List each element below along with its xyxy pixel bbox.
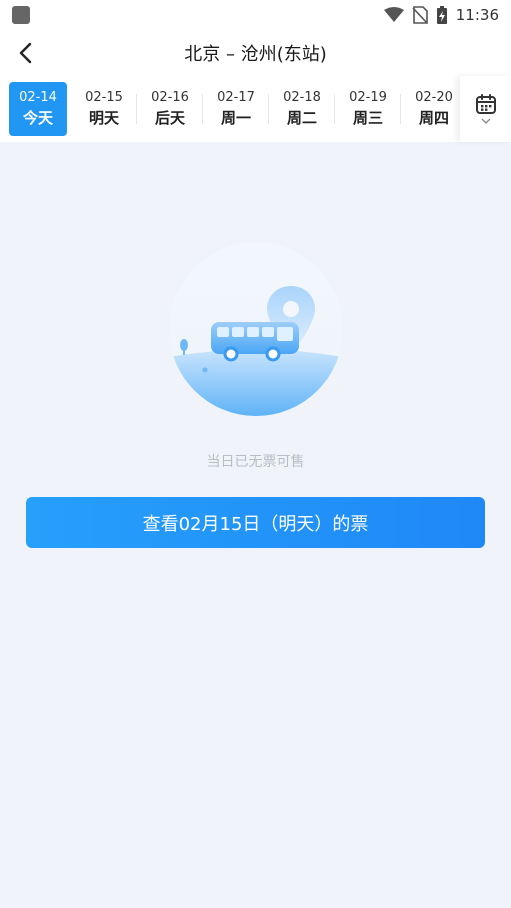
page-title: 北京 – 沧州(东站): [184, 44, 327, 65]
date-tab-date: 02-19: [349, 90, 387, 105]
empty-state-illustration: [169, 242, 343, 416]
date-tab-weekday: 今天: [22, 109, 53, 127]
date-tab-date: 02-16: [151, 90, 189, 105]
date-tabs: 02-14 今天 02-15 明天 02-16 后天 02-17 周一 02-18 周二 02-19…: [0, 76, 460, 142]
date-tab-divider: [334, 94, 335, 124]
status-bar: 11:36: [0, 0, 511, 30]
date-tab-divider: [202, 94, 203, 124]
chevron-down-icon: [481, 118, 490, 124]
date-tab-02-17[interactable]: 02-17 周一: [207, 82, 269, 136]
date-tab-weekday: 周四: [418, 109, 449, 127]
view-next-day-button[interactable]: 查看02月15日（明天）的票: [26, 497, 485, 548]
wifi-icon: [383, 7, 404, 22]
battery-charging-icon: [436, 6, 447, 24]
date-tab-weekday: 周二: [286, 109, 317, 127]
date-tab-02-16[interactable]: 02-16 后天: [141, 82, 203, 136]
date-tab-weekday: 明天: [88, 109, 119, 127]
date-tab-date: 02-15: [85, 90, 123, 105]
status-time: 11:36: [455, 6, 499, 24]
date-tab-02-15[interactable]: 02-15 明天: [75, 82, 137, 136]
date-tab-divider: [268, 94, 269, 124]
title-bar: 北京 – 沧州(东站): [0, 30, 511, 76]
date-tab-weekday: 周一: [220, 109, 251, 127]
date-tab-divider: [400, 94, 401, 124]
status-icons: 11:36: [383, 5, 499, 25]
date-tab-divider: [136, 94, 137, 124]
date-tab-date: 02-20: [415, 90, 453, 105]
date-tab-02-18[interactable]: 02-18 周二: [273, 82, 335, 136]
notification-icon: [12, 6, 30, 24]
date-selector: 02-14 今天 02-15 明天 02-16 后天 02-17 周一 02-18 周二 02-19…: [0, 76, 511, 142]
calendar-button[interactable]: [460, 76, 511, 142]
date-tab-date: 02-17: [217, 90, 255, 105]
date-tab-weekday: 后天: [154, 109, 185, 127]
date-tab-date: 02-18: [283, 90, 321, 105]
date-tab-weekday: 周三: [352, 109, 383, 127]
date-tab-date: 02-14: [19, 90, 57, 105]
date-tab-02-14[interactable]: 02-14 今天: [9, 82, 67, 136]
date-tab-02-20[interactable]: 02-20 周四: [405, 82, 460, 136]
calendar-icon: [475, 94, 496, 114]
date-tab-02-19[interactable]: 02-19 周三: [339, 82, 401, 136]
no-sim-icon: [412, 6, 428, 24]
empty-message: 当日已无票可售: [206, 454, 305, 470]
